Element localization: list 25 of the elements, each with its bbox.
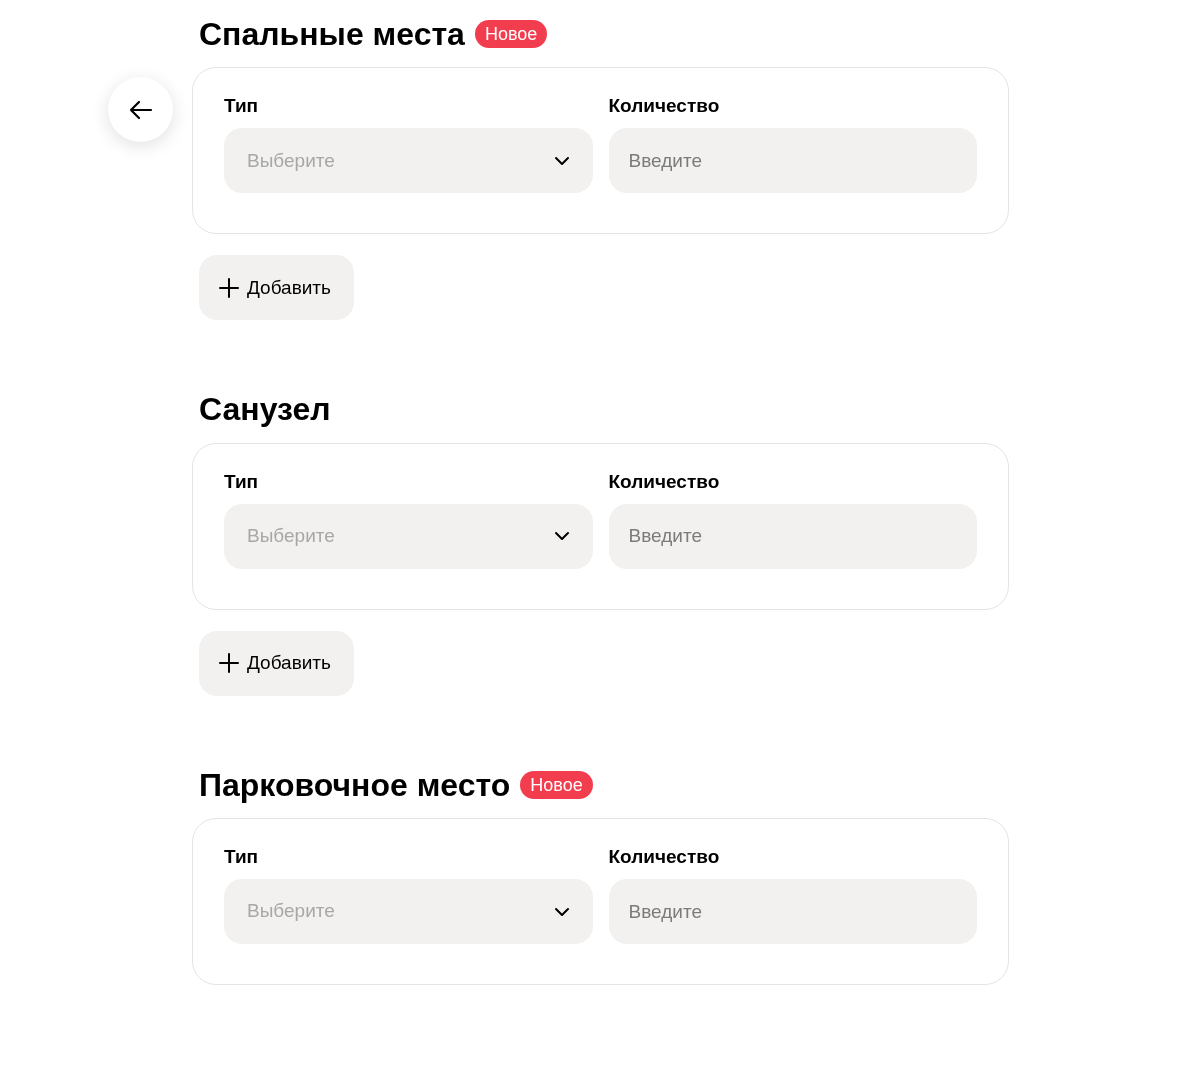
new-badge: Новое — [520, 770, 593, 799]
add-button[interactable]: Добавить — [199, 255, 354, 321]
field-label: Тип — [224, 469, 260, 494]
select-field[interactable]: Выберите — [224, 128, 593, 194]
chevron-down-icon — [553, 531, 570, 542]
chevron-down-icon — [553, 155, 570, 166]
input-field[interactable]: Введите — [608, 879, 977, 945]
field-label: Тип — [224, 94, 260, 119]
chevron-down-icon — [553, 906, 570, 917]
plus-icon — [219, 653, 239, 674]
plus-icon — [219, 277, 239, 298]
select-field[interactable]: Выберите — [224, 503, 593, 569]
input-field[interactable]: Введите — [608, 503, 977, 569]
input-field[interactable]: Введите — [608, 128, 977, 194]
arrow-left-icon — [128, 99, 153, 120]
field-label: Количество — [608, 845, 721, 870]
section-title: Парковочное место — [199, 765, 511, 805]
new-badge: Новое — [474, 20, 548, 49]
select-field[interactable]: Выберите — [224, 879, 593, 945]
section-title: Санузел — [199, 390, 331, 429]
field-label: Количество — [608, 94, 721, 119]
field-label: Количество — [608, 469, 721, 494]
add-button[interactable]: Добавить — [199, 630, 354, 696]
section-title: Спальные места — [199, 15, 465, 54]
field-label: Тип — [224, 845, 260, 870]
